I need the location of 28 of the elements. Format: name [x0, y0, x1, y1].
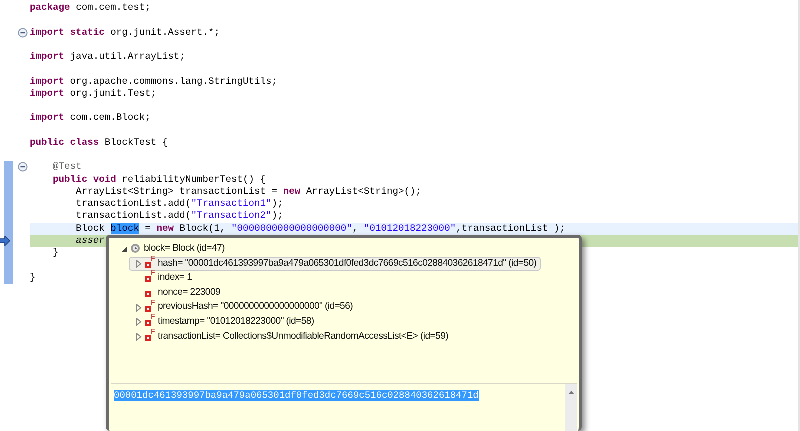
code-line: import org.apache.commons.lang.StringUtils; — [30, 76, 278, 88]
expand-icon[interactable] — [136, 304, 142, 312]
code-line: transactionList.add("Transaction2"); — [75, 210, 284, 222]
tree-item[interactable]: nonce= 223009 — [129, 286, 225, 300]
expand-icon[interactable] — [136, 260, 142, 268]
code-line: import java.util.ArrayList; — [30, 51, 186, 64]
code-line: import static org.junit.Assert.*; — [30, 26, 220, 39]
code-line: ArrayList<String> transactionList = new ArrayList<String>(); — [75, 186, 422, 198]
code-line: import com.cem.Block; — [30, 112, 151, 124]
code-line: Block block = new Block(1, "0000000000000000000", "01012018223000",transactionList ); — [75, 222, 566, 235]
detail-text: 00001dc461393997ba9a479a065301df0fed3dc7669c516c028840362618471d — [113, 389, 480, 403]
code-line: asser — [75, 234, 105, 247]
expand-icon[interactable] — [136, 332, 142, 341]
code-line: package com.cem.test; — [30, 2, 151, 14]
tree-item[interactable]: block= Block (id=47) — [115, 242, 229, 257]
code-line: import org.junit.Test; — [30, 88, 157, 100]
scroll-up-icon[interactable] — [568, 390, 574, 395]
code-line: } — [52, 247, 59, 260]
expanded-icon[interactable] — [121, 246, 128, 253]
code-line: @Test — [52, 161, 82, 174]
variable-icon — [130, 243, 141, 254]
code-line: transactionList.add("Transaction1"); — [75, 198, 284, 210]
expand-icon[interactable] — [136, 318, 142, 326]
collapse-icon[interactable] — [18, 162, 28, 172]
code-line: public void reliabilityNumberTest() { — [52, 174, 266, 186]
collapse-icon[interactable] — [18, 28, 28, 38]
code-line: } — [30, 272, 36, 284]
code-line: public class BlockTest { — [30, 136, 168, 149]
